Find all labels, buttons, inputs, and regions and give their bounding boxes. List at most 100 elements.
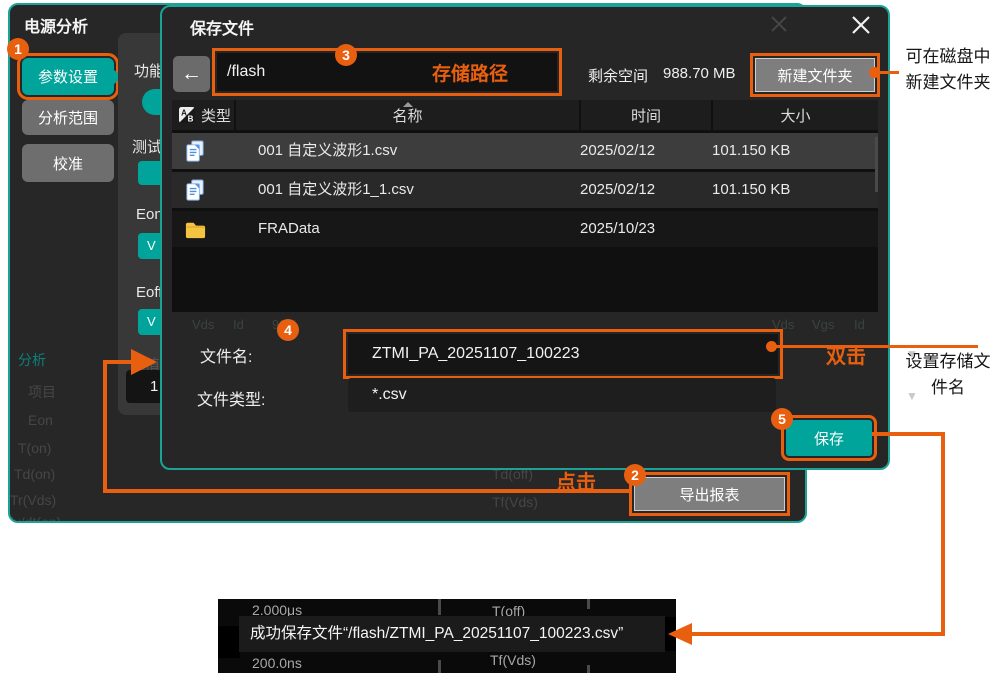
export-path-line [103, 360, 107, 493]
header-size[interactable]: 大小 [713, 100, 878, 130]
new-folder-button[interactable]: 新建文件夹 [755, 58, 875, 92]
sidebar-item-label: 校准 [53, 153, 83, 174]
ghost-menu-item: dv/dt(on) [8, 514, 61, 523]
path-value: /flash [227, 63, 265, 81]
folder-icon [184, 218, 207, 245]
screenshot-root: 电源分析 参数设置 分析范围 校准 分析 项目 Eon T(on) Td(on)… [0, 0, 1000, 673]
ghost-text: 200.0ns [252, 655, 302, 671]
divider [587, 599, 590, 609]
free-space-value: 988.70 MB [663, 65, 736, 82]
filename-label: 文件名: [200, 343, 252, 367]
ghost-param: Tf(Vds) [492, 494, 538, 510]
ghost-menu-analysis: 分析 [18, 350, 46, 370]
header-label: 类型 [201, 105, 231, 126]
file-name: 001 自定义波形1_1.csv [258, 172, 414, 208]
folder-name: FRAData [258, 211, 320, 247]
toast-message-box: 成功保存文件“/flash/ZTMI_PA_20251107_100223.cs… [239, 616, 665, 652]
file-time: 2025/02/12 [580, 172, 655, 208]
connector-dot [766, 341, 777, 352]
connector-line [775, 345, 978, 348]
ghost-menu-item: T(on) [18, 440, 51, 456]
path-hint-annotation: 存储路径 [432, 59, 508, 86]
filetype-select[interactable]: *.csv ▼ [348, 378, 776, 412]
file-size: 101.150 KB [712, 172, 790, 208]
file-time: 2025/02/12 [580, 133, 655, 169]
step-badge-1: 1 [7, 38, 29, 60]
ghost-text: Vds [192, 317, 214, 332]
ghost-block [218, 626, 240, 658]
ghost-text: Vgs [812, 317, 834, 332]
export-path-line [103, 360, 133, 364]
source-value: V [147, 238, 156, 253]
ghost-close-icon [768, 13, 790, 35]
note-filename: 设置存储文 件名 [896, 349, 1000, 401]
source-value: V [147, 314, 156, 329]
file-size: 101.150 KB [712, 133, 790, 169]
ghost-text: Id [854, 317, 865, 332]
back-arrow-icon: ← [181, 62, 202, 86]
folder-time: 2025/10/23 [580, 211, 655, 247]
note-line: 可在磁盘中 [896, 44, 1000, 70]
table-row[interactable]: 001 自定义波形1_1.csv 2025/02/12 101.150 KB [172, 172, 878, 208]
file-icon [184, 179, 207, 206]
save-path-line [690, 632, 945, 636]
header-label: 大小 [780, 105, 810, 126]
header-type[interactable]: A B 类型 [172, 100, 234, 130]
step-badge-4: 4 [277, 319, 299, 341]
table-row[interactable]: 001 自定义波形1.csv 2025/02/12 101.150 KB [172, 133, 878, 169]
file-table: A B 类型 名称 时间 大小 [172, 100, 878, 312]
sidebar-item-parameter-settings[interactable]: 参数设置 [22, 58, 114, 95]
save-label: 保存 [814, 428, 844, 449]
panel-label-eoff: Eoff [136, 284, 162, 301]
ghost-text: Vds [772, 317, 794, 332]
sort-type-icon: A B [178, 106, 196, 124]
window-title: 电源分析 [24, 13, 88, 37]
note-line: 件名 [896, 375, 1000, 401]
arrow-right-icon [131, 349, 157, 375]
save-file-dialog: 保存文件 ← /flash 存储路径 剩余空间 988.70 MB 新建文件夹 [160, 5, 890, 470]
toast-strip: 2.000μs T(off) 成功保存文件“/flash/ZTMI_PA_202… [218, 599, 676, 673]
click-hint-annotation: 点击 [556, 466, 596, 495]
connector-line [877, 71, 899, 74]
svg-text:B: B [188, 115, 194, 124]
free-space-label: 剩余空间 [588, 65, 648, 86]
sort-ascending-icon [403, 102, 413, 107]
ghost-menu-item: Td(on) [14, 466, 55, 482]
ghost-menu-item: Eon [28, 412, 53, 428]
filetype-value: *.csv [372, 386, 407, 404]
header-time[interactable]: 时间 [581, 100, 711, 130]
sidebar-item-label: 分析范围 [38, 107, 98, 128]
connector-dot [869, 67, 880, 78]
save-path-line [941, 432, 945, 635]
divider [438, 660, 441, 673]
save-path-line [872, 432, 945, 436]
new-folder-label: 新建文件夹 [777, 65, 852, 86]
note-new-folder: 可在磁盘中 新建文件夹 [896, 44, 1000, 96]
sidebar-item-calibration[interactable]: 校准 [22, 144, 114, 182]
file-table-header: A B 类型 名称 时间 大小 [172, 100, 878, 130]
file-name: 001 自定义波形1.csv [258, 133, 397, 169]
header-name[interactable]: 名称 [236, 100, 579, 130]
export-report-button[interactable]: 导出报表 [634, 477, 785, 511]
back-button[interactable]: ← [173, 56, 210, 92]
panel-label-test: 测试 [132, 136, 162, 157]
note-line: 设置存储文 [896, 349, 1000, 375]
ghost-text: Tf(Vds) [490, 652, 536, 668]
table-row[interactable]: FRAData 2025/10/23 [172, 211, 878, 247]
export-report-label: 导出报表 [679, 484, 739, 505]
header-label: 时间 [631, 105, 661, 126]
divider [438, 599, 441, 615]
divider [587, 665, 590, 673]
close-icon[interactable] [848, 12, 874, 38]
save-button[interactable]: 保存 [786, 420, 872, 456]
sidebar-item-label: 参数设置 [38, 66, 98, 87]
arrow-left-icon [668, 623, 692, 645]
scrollbar[interactable] [875, 137, 878, 192]
filename-input[interactable]: ZTMI_PA_20251107_100223 双击 ▼ [348, 334, 778, 374]
sidebar-item-analysis-range[interactable]: 分析范围 [22, 100, 114, 135]
step-badge-3: 3 [335, 44, 357, 66]
filetype-label: 文件类型: [197, 386, 265, 410]
toast-message: 成功保存文件“/flash/ZTMI_PA_20251107_100223.cs… [250, 616, 623, 652]
panel-label-eon: Eon [136, 206, 163, 223]
ghost-text: Id [233, 317, 244, 332]
